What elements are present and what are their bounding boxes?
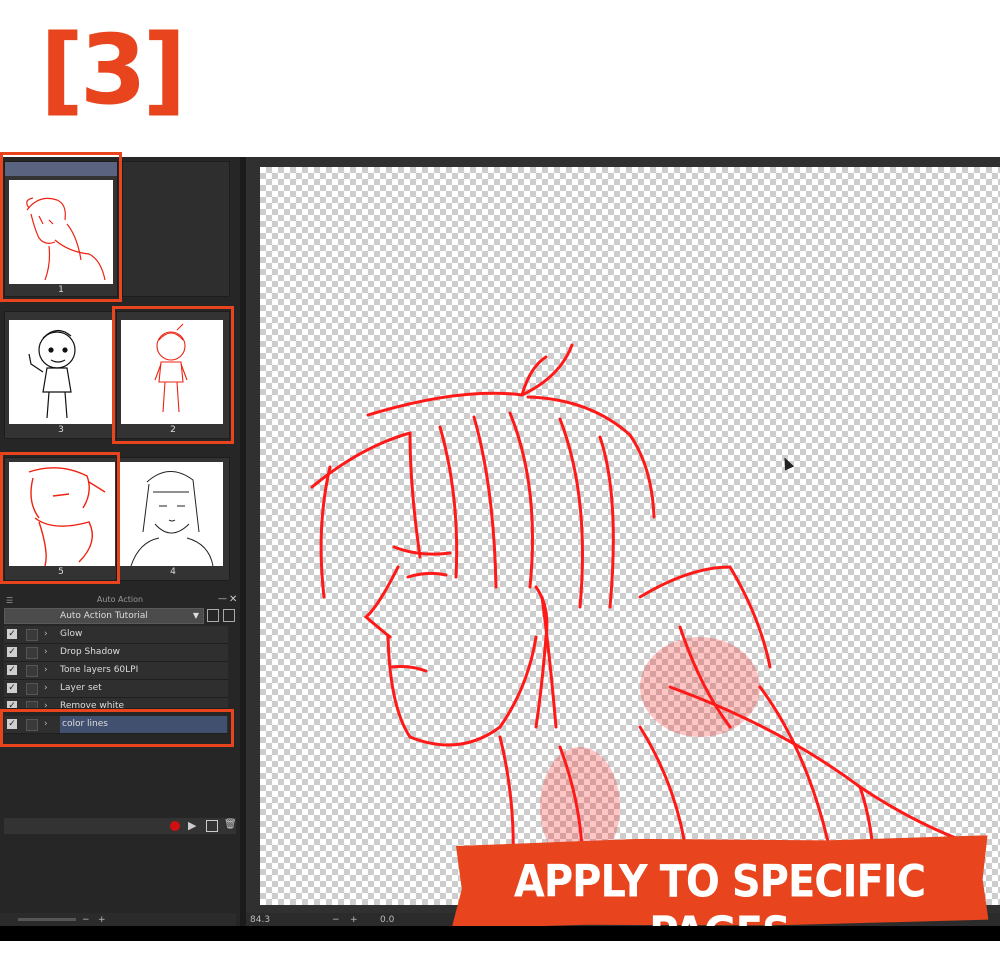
zoom-value[interactable]: 84.3 — [250, 913, 270, 927]
page-thumbnail-4[interactable]: 4 — [116, 457, 230, 581]
chevron-down-icon: ▼ — [192, 611, 199, 620]
canvas-area[interactable]: 84.3 − + 0.0 — [246, 157, 1000, 941]
dialog-toggle[interactable] — [26, 701, 38, 708]
action-label: Remove white — [60, 701, 125, 709]
zoom-slider[interactable] — [18, 918, 76, 921]
panel-title: Auto Action — [96, 595, 144, 604]
chevron-right-icon[interactable]: › — [44, 698, 48, 708]
highlight-action-row — [0, 709, 234, 747]
action-item[interactable]: ✓ › Glow — [4, 626, 228, 644]
trash-icon[interactable]: 🗑 — [224, 819, 237, 830]
panel-menu-icon[interactable]: ☰ — [6, 596, 13, 605]
zoom-out-icon[interactable]: − — [332, 913, 340, 927]
record-icon[interactable] — [170, 821, 180, 831]
dialog-toggle[interactable] — [26, 629, 38, 641]
action-item[interactable]: ✓ › Tone layers 60LPI — [4, 662, 228, 680]
action-set-dropdown[interactable]: Auto Action Tutorial ▼ — [4, 608, 204, 624]
action-item[interactable]: ✓ › Drop Shadow — [4, 644, 228, 662]
add-action-icon[interactable] — [206, 820, 218, 832]
page-number: 3 — [58, 425, 64, 435]
dialog-toggle[interactable] — [26, 647, 38, 659]
close-icon[interactable]: ✕ — [229, 594, 237, 605]
action-toolbar: ▶ 🗑 — [4, 818, 237, 834]
page-thumbnail-3[interactable]: 3 — [4, 311, 118, 439]
zoom-in-icon[interactable]: + — [350, 913, 358, 927]
minimize-icon[interactable]: — — [218, 594, 227, 604]
highlight-page-2 — [112, 306, 234, 444]
dialog-toggle[interactable] — [26, 665, 38, 677]
page-preview-image — [9, 320, 115, 424]
empty-spread-slot — [122, 161, 230, 297]
dropdown-value: Auto Action Tutorial — [60, 611, 148, 621]
zoom-out-icon[interactable]: − — [82, 913, 90, 927]
register-set-icon[interactable] — [223, 609, 235, 622]
chevron-right-icon[interactable]: › — [44, 662, 48, 679]
clip-studio-window: 1 3 2 5 4 Auto Action ☰ — ✕ Auto Action … — [0, 157, 1000, 941]
caption-text: APPLY TO SPECIFIC PAGES — [513, 856, 926, 959]
highlight-page-1 — [0, 152, 122, 302]
highlight-page-5 — [0, 452, 120, 584]
action-item[interactable]: ✓ › Layer set — [4, 680, 228, 698]
bottom-border — [0, 926, 1000, 941]
chevron-right-icon[interactable]: › — [44, 626, 48, 643]
enable-checkbox[interactable]: ✓ — [7, 647, 17, 657]
duplicate-set-icon[interactable] — [207, 609, 219, 622]
step-number: [3] — [40, 14, 187, 126]
action-label: Glow — [60, 629, 83, 639]
enable-checkbox[interactable]: ✓ — [7, 683, 17, 693]
chevron-right-icon[interactable]: › — [44, 680, 48, 697]
chevron-right-icon[interactable]: › — [44, 644, 48, 661]
action-label: Tone layers 60LPI — [60, 665, 139, 675]
action-label: Layer set — [60, 683, 102, 693]
action-label: Drop Shadow — [60, 647, 121, 657]
rotation-value[interactable]: 0.0 — [380, 913, 394, 927]
left-status-bar: − + — [0, 913, 236, 927]
action-item[interactable]: ✓ › Remove white — [4, 698, 228, 709]
page-number: 4 — [170, 567, 176, 577]
red-sketch-artwork — [310, 343, 982, 905]
page-preview-image — [119, 462, 223, 566]
zoom-in-icon[interactable]: + — [98, 913, 106, 927]
enable-checkbox[interactable]: ✓ — [7, 665, 17, 675]
enable-checkbox[interactable]: ✓ — [7, 629, 17, 639]
dialog-toggle[interactable] — [26, 683, 38, 695]
enable-checkbox[interactable]: ✓ — [7, 701, 17, 708]
play-icon[interactable]: ▶ — [188, 819, 196, 832]
drawing-canvas[interactable] — [260, 167, 1000, 905]
